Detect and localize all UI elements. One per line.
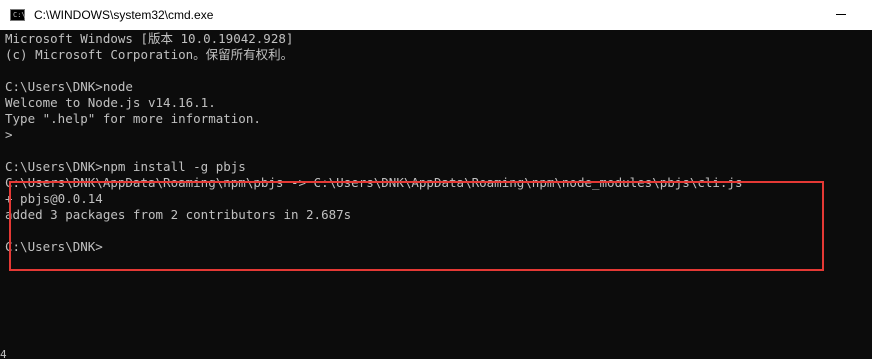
- minimize-icon: [836, 14, 846, 15]
- console-line: Type ".help" for more information.: [5, 111, 261, 126]
- minimize-button[interactable]: [826, 0, 872, 30]
- title-bar[interactable]: C:\ C:\WINDOWS\system32\cmd.exe: [0, 0, 872, 30]
- cmd-window: C:\ C:\WINDOWS\system32\cmd.exe Microsof…: [0, 0, 872, 359]
- console-output[interactable]: Microsoft Windows [版本 10.0.19042.928] (c…: [0, 30, 872, 359]
- window-title: C:\WINDOWS\system32\cmd.exe: [34, 8, 214, 22]
- console-line: Microsoft Windows [版本 10.0.19042.928]: [5, 31, 294, 46]
- console-line: C:\Users\DNK>npm install -g pbjs: [5, 159, 246, 174]
- cmd-app-icon[interactable]: C:\: [10, 9, 26, 21]
- cmd-icon-glyph: C:\: [13, 11, 26, 19]
- console-line: C:\Users\DNK>node: [5, 79, 133, 94]
- highlight-annotation-box: [9, 181, 824, 271]
- console-line: >: [5, 127, 13, 142]
- stray-character: 4: [0, 348, 7, 359]
- console-line: Welcome to Node.js v14.16.1.: [5, 95, 216, 110]
- console-line: (c) Microsoft Corporation。保留所有权利。: [5, 47, 294, 62]
